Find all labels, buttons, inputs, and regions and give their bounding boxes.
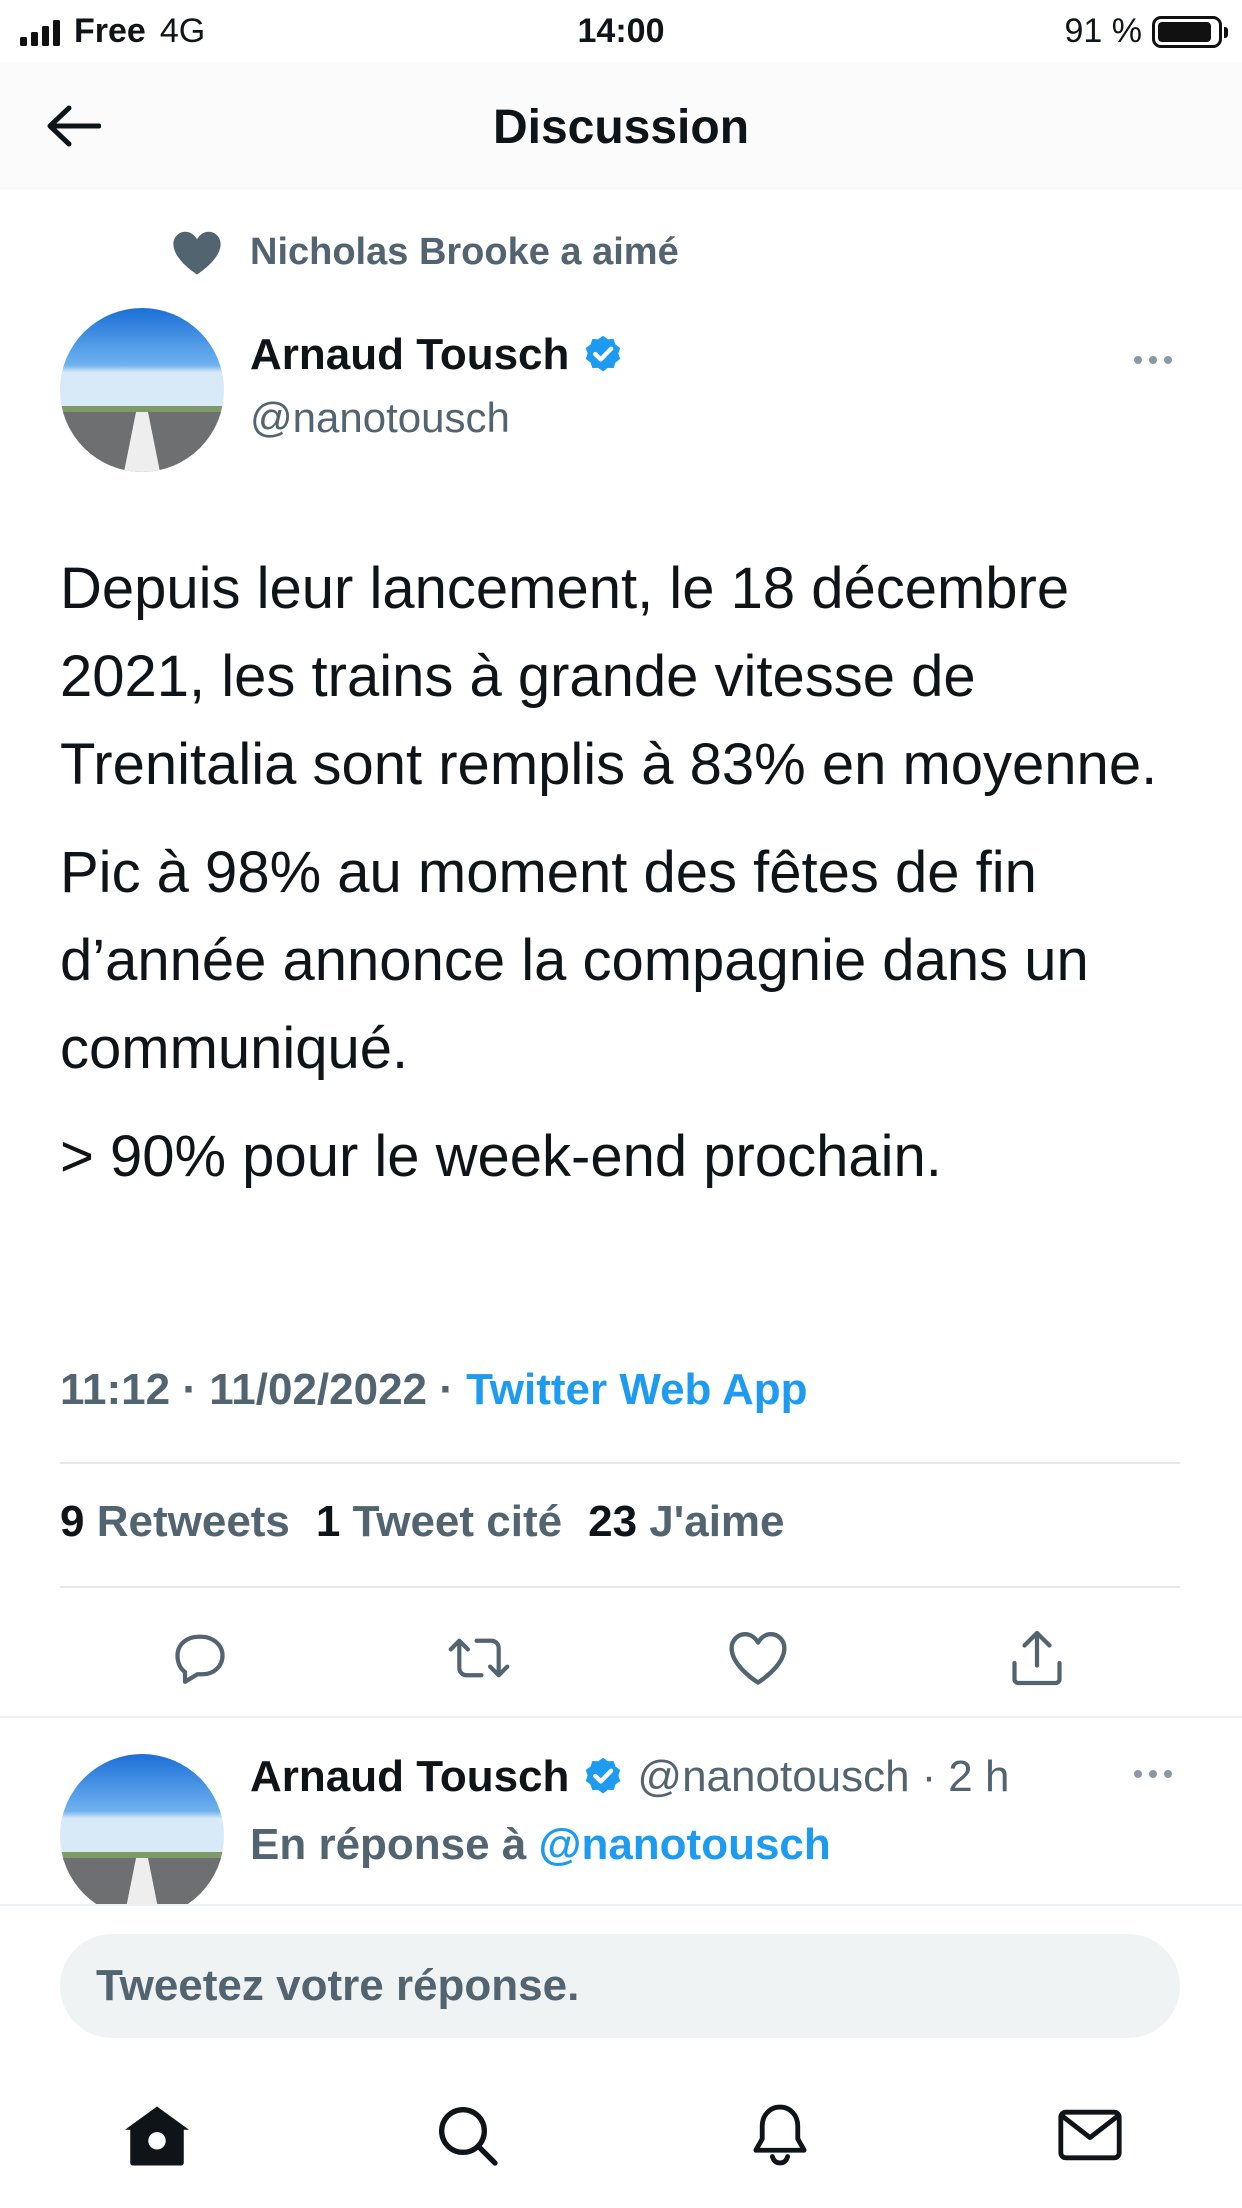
tab-search[interactable] [422, 2090, 512, 2180]
more-horizontal-icon [1134, 1770, 1142, 1778]
social-context-text: Nicholas Brooke a aimé [250, 230, 679, 273]
divider [60, 1586, 1180, 1588]
reply-prefix: En réponse à [250, 1820, 527, 1869]
tab-notifications[interactable] [735, 2090, 825, 2180]
tweet-paragraph: Pic à 98% au moment des fêtes de fin d’a… [60, 840, 1089, 1081]
reply-header[interactable]: Arnaud Tousch @nanotousch · 2 h [250, 1752, 1009, 1802]
battery-icon [1152, 15, 1228, 48]
tweet-body: Depuis leur lancement, le 18 décembre 20… [60, 545, 1200, 1221]
likes-stat[interactable]: 23 J'aime [588, 1497, 784, 1547]
tab-bar [0, 2090, 1242, 2180]
home-icon [125, 2106, 189, 2166]
page-title: Discussion [492, 101, 750, 154]
clock: 14:00 [577, 12, 665, 50]
heart-outline-icon [729, 1632, 787, 1685]
share-icon [1012, 1630, 1062, 1686]
bell-icon [753, 2104, 807, 2166]
reply-button[interactable] [160, 1618, 240, 1698]
avatar[interactable] [60, 308, 224, 472]
divider [60, 1462, 1180, 1464]
tweet-paragraph: > 90% pour le week-end prochain. [60, 1124, 942, 1189]
tweet-author[interactable]: Arnaud Tousch [250, 330, 625, 380]
tweet-paragraph: Depuis leur lancement, le 18 décembre 20… [60, 556, 1158, 797]
more-options-button[interactable] [1134, 356, 1172, 364]
social-context[interactable]: Nicholas Brooke a aimé [170, 228, 679, 276]
verified-badge-icon [586, 335, 621, 372]
quotes-stat[interactable]: 1 Tweet cité [316, 1497, 562, 1547]
reply-age: 2 h [948, 1752, 1010, 1801]
likes-label: J'aime [649, 1497, 785, 1546]
tweet-source-link[interactable]: Twitter Web App [466, 1365, 807, 1414]
author-name[interactable]: Arnaud Tousch [250, 330, 569, 380]
mail-icon [1058, 2109, 1122, 2161]
share-button[interactable] [997, 1618, 1077, 1698]
reply-avatar[interactable] [60, 1754, 224, 1918]
reply-handle[interactable]: @nanotousch [637, 1752, 909, 1802]
divider [0, 1716, 1242, 1718]
status-bar-right: 91 % [1064, 12, 1228, 51]
reply-more-options-button[interactable] [1134, 1770, 1172, 1778]
comment-icon [175, 1634, 225, 1684]
battery-percent: 91 % [1064, 12, 1143, 50]
quotes-count: 1 [315, 1497, 341, 1546]
tweet-date[interactable]: 11/02/2022 [209, 1365, 427, 1414]
tweet-actions [0, 1618, 1242, 1698]
tweet-meta: 11:12 · 11/02/2022 · Twitter Web App [60, 1365, 808, 1415]
search-icon [439, 2107, 498, 2166]
top-bar: Discussion [0, 62, 1242, 190]
tab-home[interactable] [112, 2090, 202, 2180]
author-handle[interactable]: @nanotousch [250, 394, 510, 442]
likes-count: 23 [588, 1497, 638, 1546]
reply-input[interactable]: Tweetez votre réponse. [60, 1934, 1180, 2038]
reply-context: En réponse à @nanotousch [250, 1820, 831, 1870]
verified-badge-icon [586, 1757, 621, 1794]
retweet-icon [448, 1638, 510, 1678]
meta-separator: · [182, 1365, 197, 1414]
meta-separator: · [439, 1365, 454, 1414]
retweets-label: Retweets [96, 1497, 290, 1546]
like-button[interactable] [718, 1618, 798, 1698]
retweets-stat[interactable]: 9 Retweets [60, 1497, 290, 1547]
tweet-time[interactable]: 11:12 [60, 1365, 170, 1414]
more-horizontal-icon [1134, 356, 1142, 364]
status-bar: Free 4G 14:00 91 % [0, 0, 1242, 62]
heart-filled-icon [173, 231, 221, 275]
quotes-label: Tweet cité [352, 1497, 563, 1546]
reply-author-name[interactable]: Arnaud Tousch [250, 1752, 569, 1802]
retweet-button[interactable] [439, 1618, 519, 1698]
reply-to-link[interactable]: @nanotousch [539, 1820, 831, 1869]
reply-separator: · [921, 1752, 937, 1801]
tab-messages[interactable] [1045, 2090, 1135, 2180]
tweet-stats: 9 Retweets 1 Tweet cité 23 J'aime [60, 1497, 785, 1547]
retweets-count: 9 [60, 1497, 85, 1546]
